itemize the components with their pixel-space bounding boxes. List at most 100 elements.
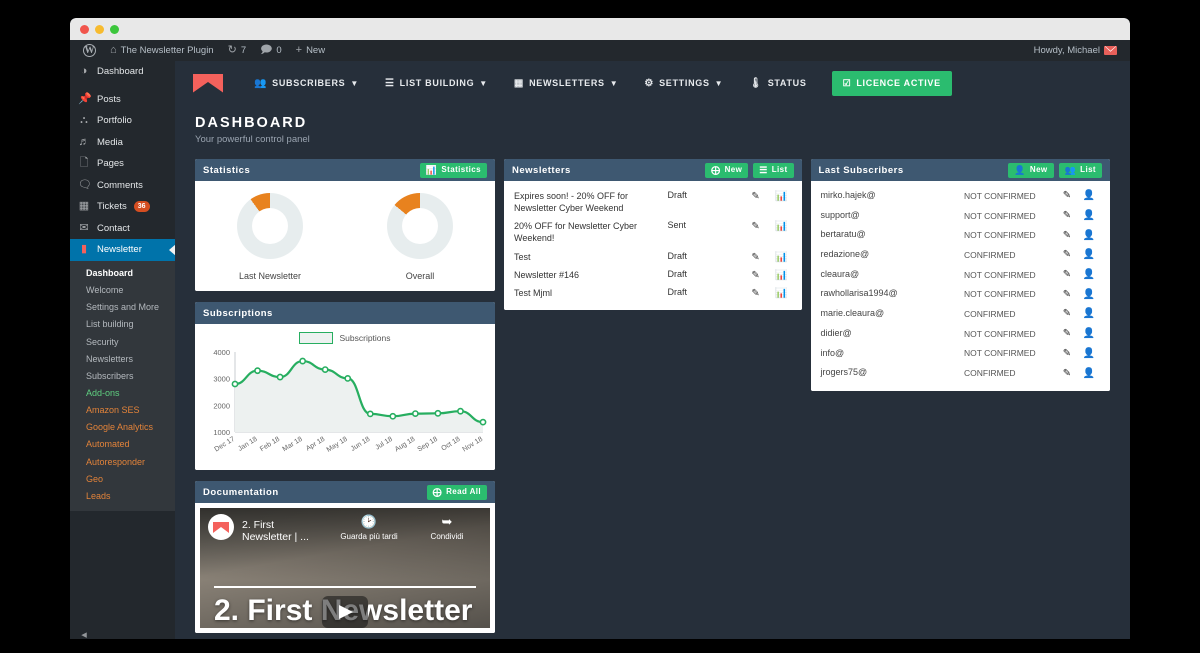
submenu-item-automated[interactable]: Automated (70, 436, 175, 453)
table-row[interactable]: support@ NOT CONFIRMED ✎ 👤 (821, 206, 1100, 226)
newsletters-list-button[interactable]: ☰ List (753, 162, 794, 178)
window-close-button[interactable] (80, 24, 89, 34)
share-button[interactable]: ➥ Condividi (412, 514, 482, 541)
table-row[interactable]: mirko.hajek@ NOT CONFIRMED ✎ 👤 (821, 186, 1100, 206)
nav-newsletters[interactable]: ▦ NEWSLETTERS ▼ (501, 78, 631, 89)
user-icon[interactable]: 👤 (1078, 289, 1100, 300)
envelope-icon: ✉ (79, 221, 89, 234)
pencil-icon[interactable]: ✎ (1056, 348, 1078, 359)
table-row[interactable]: cleaura@ NOT CONFIRMED ✎ 👤 (821, 265, 1100, 285)
bar-chart-icon[interactable]: 📊 (772, 190, 792, 202)
sidebar-item-dashboard[interactable]: ◑ Dashboard (70, 61, 175, 83)
table-row[interactable]: Newsletter #146 Draft ✎ 📊 (514, 266, 792, 284)
new-newsletter-button[interactable]: ⨁ New (705, 162, 749, 178)
pencil-icon[interactable]: ✎ (1056, 328, 1078, 339)
licence-active-button[interactable]: ☑ LICENCE ACTIVE (831, 70, 952, 96)
pencil-icon[interactable]: ✎ (1056, 210, 1078, 221)
table-row[interactable]: jrogers75@ CONFIRMED ✎ 👤 (821, 363, 1100, 383)
users-icon: 👥 (254, 77, 268, 89)
site-name-menu[interactable]: ⌂ The Newsletter Plugin (103, 40, 221, 61)
submenu-item-subscribers[interactable]: Subscribers (70, 367, 175, 384)
user-icon[interactable]: 👤 (1078, 230, 1100, 241)
new-content-menu[interactable]: + New (289, 40, 332, 61)
table-row[interactable]: Test Mjml Draft ✎ 📊 (514, 284, 792, 302)
table-row[interactable]: Test Draft ✎ 📊 (514, 248, 792, 266)
window-minimize-button[interactable] (95, 24, 104, 34)
table-row[interactable]: info@ NOT CONFIRMED ✎ 👤 (821, 344, 1100, 364)
window-maximize-button[interactable] (110, 24, 119, 34)
howdy-menu[interactable]: Howdy, Michael (1027, 40, 1124, 61)
nav-subscribers[interactable]: 👥 SUBSCRIBERS ▼ (241, 78, 372, 89)
pencil-icon[interactable]: ✎ (1056, 249, 1078, 260)
sidebar-item-pages[interactable]: 🗋 Pages (70, 153, 175, 175)
pencil-icon[interactable]: ✎ (746, 190, 766, 202)
table-row[interactable]: didier@ NOT CONFIRMED ✎ 👤 (821, 324, 1100, 344)
sidebar-item-newsletter[interactable]: ▮ Newsletter (70, 239, 175, 261)
subscribers-list-button[interactable]: 👥 List (1058, 162, 1102, 178)
user-icon[interactable]: 👤 (1078, 249, 1100, 260)
submenu-item-dashboard[interactable]: Dashboard (70, 265, 175, 282)
pencil-icon[interactable]: ✎ (746, 269, 766, 281)
comments-menu[interactable]: 🗩 0 (253, 40, 289, 61)
bar-chart-icon[interactable]: 📊 (772, 251, 792, 263)
submenu-item-autoresponder[interactable]: Autoresponder (70, 453, 175, 470)
table-row[interactable]: 20% OFF for Newsletter Cyber Weekend! Se… (514, 217, 792, 247)
chart-data-point (276, 373, 284, 381)
submenu-item-security[interactable]: Security (70, 333, 175, 350)
bar-chart-icon[interactable]: 📊 (772, 287, 792, 299)
pencil-icon[interactable]: ✎ (746, 287, 766, 299)
bar-chart-icon[interactable]: 📊 (772, 220, 792, 232)
nav-label: SUBSCRIBERS (272, 78, 346, 88)
pencil-icon[interactable]: ✎ (1056, 308, 1078, 319)
table-row[interactable]: bertaratu@ NOT CONFIRMED ✎ 👤 (821, 225, 1100, 245)
user-icon[interactable]: 👤 (1078, 190, 1100, 201)
user-icon[interactable]: 👤 (1078, 269, 1100, 280)
nav-list-building[interactable]: ☰ LIST BUILDING ▼ (372, 78, 501, 89)
submenu-item-leads[interactable]: Leads (70, 487, 175, 504)
sidebar-item-contact[interactable]: ✉ Contact (70, 218, 175, 240)
table-row[interactable]: rawhollarisa1994@ NOT CONFIRMED ✎ 👤 (821, 284, 1100, 304)
play-icon[interactable] (322, 596, 368, 628)
submenu-item-google-analytics[interactable]: Google Analytics (70, 419, 175, 436)
user-icon[interactable]: 👤 (1078, 308, 1100, 319)
user-icon[interactable]: 👤 (1078, 328, 1100, 339)
wordpress-logo-menu[interactable]: W (76, 40, 103, 61)
pencil-icon[interactable]: ✎ (1056, 230, 1078, 241)
pencil-icon[interactable]: ✎ (746, 251, 766, 263)
user-icon[interactable]: 👤 (1078, 348, 1100, 359)
table-row[interactable]: Expires soon! - 20% OFF for Newsletter C… (514, 187, 792, 217)
sidebar-collapse-item[interactable]: ◂ (70, 625, 175, 639)
user-icon[interactable]: 👤 (1078, 368, 1100, 379)
submenu-item-add-ons[interactable]: Add-ons (70, 384, 175, 401)
submenu-item-geo[interactable]: Geo (70, 470, 175, 487)
updates-menu[interactable]: ↻ 7 (221, 40, 254, 61)
sidebar-item-posts[interactable]: 📌 Posts (70, 89, 175, 111)
sidebar-collapse-area[interactable]: ◂ (70, 625, 175, 639)
sidebar-item-portfolio[interactable]: ⛬ Portfolio (70, 110, 175, 132)
submenu-item-welcome[interactable]: Welcome (70, 282, 175, 299)
pencil-icon[interactable]: ✎ (1056, 289, 1078, 300)
new-subscriber-button[interactable]: 👤 New (1008, 162, 1054, 178)
submenu-item-list-building[interactable]: List building (70, 316, 175, 333)
documentation-video[interactable]: 2. First Newsletter | ... 🕑 Guarda più t… (200, 508, 490, 628)
pencil-icon[interactable]: ✎ (746, 220, 766, 232)
sidebar-item-comments[interactable]: 🗨 Comments (70, 175, 175, 197)
statistics-button[interactable]: 📊 Statistics (419, 162, 487, 178)
table-row[interactable]: marie.cleaura@ CONFIRMED ✎ 👤 (821, 304, 1100, 324)
submenu-item-settings-and-more[interactable]: Settings and More (70, 299, 175, 316)
submenu-item-newsletters[interactable]: Newsletters (70, 350, 175, 367)
nav-settings[interactable]: ⚙ SETTINGS ▼ (631, 78, 736, 89)
nav-status[interactable]: 🌡 STATUS (736, 78, 819, 89)
table-row[interactable]: redazione@ CONFIRMED ✎ 👤 (821, 245, 1100, 265)
bar-chart-icon[interactable]: 📊 (772, 269, 792, 281)
pencil-icon[interactable]: ✎ (1056, 269, 1078, 280)
nav-label: LIST BUILDING (399, 78, 475, 88)
sidebar-item-tickets[interactable]: ▦ Tickets 36 (70, 196, 175, 218)
user-icon[interactable]: 👤 (1078, 210, 1100, 221)
pencil-icon[interactable]: ✎ (1056, 368, 1078, 379)
read-all-button[interactable]: ⨁ Read All (426, 484, 487, 500)
watch-later-button[interactable]: 🕑 Guarda più tardi (334, 514, 404, 541)
submenu-item-amazon-ses[interactable]: Amazon SES (70, 402, 175, 419)
pencil-icon[interactable]: ✎ (1056, 190, 1078, 201)
sidebar-item-media[interactable]: ♬ Media (70, 132, 175, 154)
